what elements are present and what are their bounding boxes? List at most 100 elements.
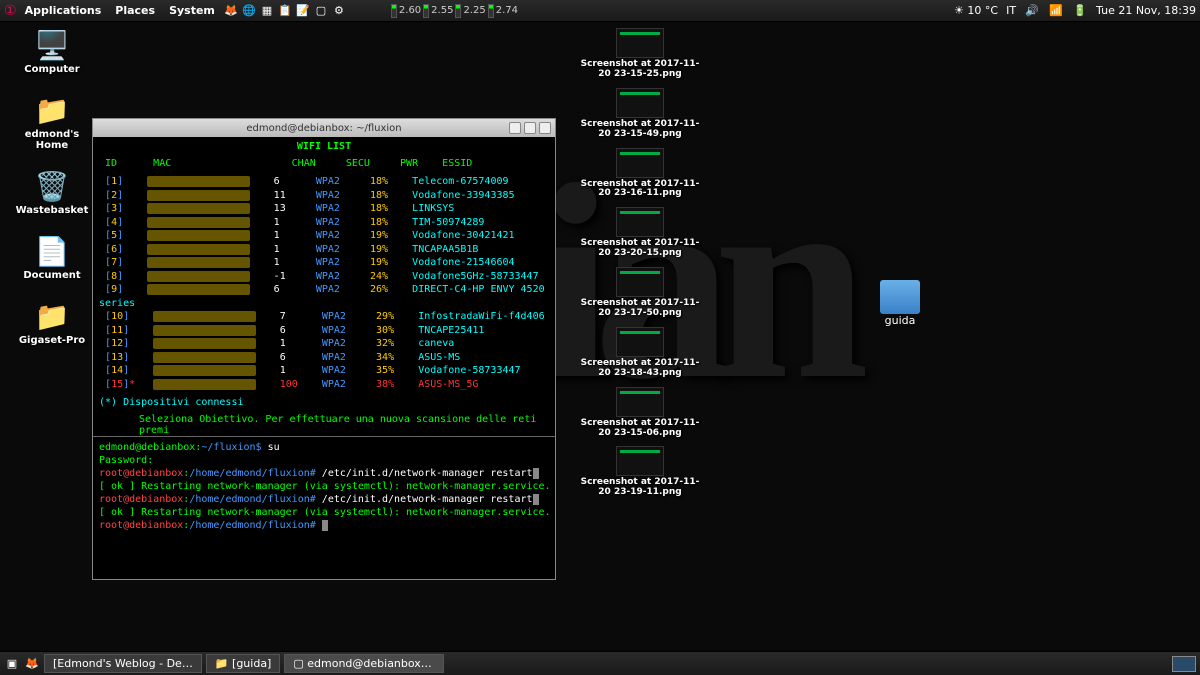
desktop-screenshot[interactable]: Screenshot at 2017-11-20 23-17-50.png: [580, 267, 700, 319]
icon-label: Screenshot at 2017-11-20 23-15-25.png: [580, 60, 700, 80]
app-icon[interactable]: 📝: [295, 3, 311, 19]
icon-label: Screenshot at 2017-11-20 23-16-11.png: [580, 180, 700, 200]
icon-label: Screenshot at 2017-11-20 23-17-50.png: [580, 299, 700, 319]
app-icon[interactable]: ⚙: [331, 3, 347, 19]
desktop-folder-guida[interactable]: guida: [860, 280, 940, 327]
cpu-monitor[interactable]: 2.74: [488, 4, 518, 18]
menu-places[interactable]: Places: [109, 2, 161, 19]
computer-icon: 🖥️: [32, 28, 72, 62]
icon-label: Screenshot at 2017-11-20 23-20-15.png: [580, 239, 700, 259]
app-icon[interactable]: ▦: [259, 3, 275, 19]
image-icon: [616, 207, 664, 237]
desktop-screenshot[interactable]: Screenshot at 2017-11-20 23-15-06.png: [580, 387, 700, 439]
taskbar-item[interactable]: ▢ edmond@debianbox: ~…: [284, 654, 444, 673]
image-icon: [616, 28, 664, 58]
wifi-row: [13] XX:XX:XX:XX:XX:XX 6 WPA2 34% ASUS-M…: [99, 351, 549, 365]
image-icon: [616, 387, 664, 417]
desktop-screenshot[interactable]: Screenshot at 2017-11-20 23-18-43.png: [580, 327, 700, 379]
wifi-row: [7] XX:XX:XX:XX:XX:XX 1 WPA2 19% Vodafon…: [99, 256, 549, 270]
wifi-row: [14] XX:XX:XX:XX:XX:XX 1 WPA2 35% Vodafo…: [99, 364, 549, 378]
app-icon[interactable]: 📋: [277, 3, 293, 19]
cpu-monitor[interactable]: 2.25: [455, 4, 485, 18]
cpu-monitor[interactable]: 2.60: [391, 4, 421, 18]
select-message: Seleziona Obiettivo. Per effettuare una …: [99, 414, 549, 436]
minimize-button[interactable]: [509, 122, 521, 134]
battery-icon[interactable]: 🔋: [1072, 3, 1088, 19]
cpu-monitor[interactable]: 2.55: [423, 4, 453, 18]
folder-icon: [880, 280, 920, 314]
wifi-list-header: ID MAC CHAN SECU PWR ESSID: [99, 158, 549, 169]
volume-icon[interactable]: 🔊: [1024, 3, 1040, 19]
wifi-row: [1] XX:XX:XX:XX:XX:XX 6 WPA2 18% Telecom…: [99, 175, 549, 189]
icon-label: edmond's Home: [12, 129, 92, 151]
image-icon: [616, 148, 664, 178]
gigaset-icon: 📁: [32, 299, 72, 333]
document-icon: 📄: [32, 234, 72, 268]
debian-logo-icon[interactable]: ①: [4, 3, 17, 19]
clock[interactable]: Tue 21 Nov, 18:39: [1096, 4, 1196, 17]
terminal-pane-bottom[interactable]: edmond@debianbox:~/fluxion$ suPassword:r…: [93, 437, 555, 536]
desktop-icon-trash[interactable]: 🗑️ Wastebasket: [12, 169, 92, 216]
chrome-icon[interactable]: 🌐: [241, 3, 257, 19]
icon-label: Wastebasket: [12, 205, 92, 216]
image-icon: [616, 88, 664, 118]
wifi-row: [11] XX:XX:XX:XX:XX:XX 6 WPA2 30% TNCAPE…: [99, 324, 549, 338]
terminal-line: [ ok ] Restarting network-manager (via s…: [99, 480, 549, 493]
folder-label: guida: [860, 314, 940, 327]
desktop-icon-gigaset[interactable]: 📁 Gigaset-Pro: [12, 299, 92, 346]
close-button[interactable]: [539, 122, 551, 134]
wifi-row: [10] XX:XX:XX:XX:XX:XX 7 WPA2 29% Infost…: [99, 310, 549, 324]
terminal-icon[interactable]: ▢: [313, 3, 329, 19]
firefox-icon[interactable]: 🦊: [24, 656, 40, 672]
icon-label: Screenshot at 2017-11-20 23-15-49.png: [580, 120, 700, 140]
window-titlebar[interactable]: edmond@debianbox: ~/fluxion: [93, 119, 555, 137]
taskbar-item[interactable]: [Edmond's Weblog - De…: [44, 654, 202, 673]
icon-label: Computer: [12, 64, 92, 75]
image-icon: [616, 267, 664, 297]
series-note: series: [99, 297, 549, 311]
terminal-line: root@debianbox:/home/edmond/fluxion#: [99, 519, 549, 532]
wifi-list-title: WIFI LIST: [99, 141, 549, 152]
desktop-screenshot[interactable]: Screenshot at 2017-11-20 23-15-25.png: [580, 28, 700, 80]
wifi-row: [9] XX:XX:XX:XX:XX:XX 6 WPA2 26% DIRECT-…: [99, 283, 549, 297]
show-desktop-icon[interactable]: ▣: [4, 656, 20, 672]
icon-label: Screenshot at 2017-11-20 23-18-43.png: [580, 359, 700, 379]
wifi-row: [12] XX:XX:XX:XX:XX:XX 1 WPA2 32% caneva: [99, 337, 549, 351]
terminal-window[interactable]: edmond@debianbox: ~/fluxion WIFI LIST ID…: [92, 118, 556, 580]
desktop-icon-computer[interactable]: 🖥️ Computer: [12, 28, 92, 75]
window-title: edmond@debianbox: ~/fluxion: [246, 123, 401, 134]
keyboard-layout[interactable]: IT: [1006, 4, 1016, 17]
taskbar-item[interactable]: 📁 [guida]: [206, 654, 281, 673]
menu-system[interactable]: System: [163, 2, 221, 19]
icon-label: Gigaset-Pro: [12, 335, 92, 346]
workspace-switcher[interactable]: [1172, 656, 1196, 672]
terminal-line: Password:: [99, 454, 549, 467]
desktop-icon-home[interactable]: 📁edmond's Home: [12, 93, 92, 151]
terminal-body[interactable]: WIFI LIST ID MAC CHAN SECU PWR ESSID [1]…: [93, 137, 555, 579]
home-icon: 📁: [32, 93, 72, 127]
desktop-icon-document[interactable]: 📄 Document: [12, 234, 92, 281]
top-panel: ① Applications Places System 🦊 🌐 ▦ 📋 📝 ▢…: [0, 0, 1200, 22]
menu-applications[interactable]: Applications: [19, 2, 108, 19]
network-icon[interactable]: 📶: [1048, 3, 1064, 19]
desktop-screenshot[interactable]: Screenshot at 2017-11-20 23-15-49.png: [580, 88, 700, 140]
wifi-row: [5] XX:XX:XX:XX:XX:XX 1 WPA2 19% Vodafon…: [99, 229, 549, 243]
trash-icon: 🗑️: [32, 169, 72, 203]
terminal-line: [ ok ] Restarting network-manager (via s…: [99, 506, 549, 519]
image-icon: [616, 327, 664, 357]
icon-label: Screenshot at 2017-11-20 23-19-11.png: [580, 478, 700, 498]
wifi-row: [6] XX:XX:XX:XX:XX:XX 1 WPA2 19% TNCAPAA…: [99, 243, 549, 257]
terminal-pane-top[interactable]: WIFI LIST ID MAC CHAN SECU PWR ESSID [1]…: [93, 137, 555, 437]
wifi-row: [3] XX:XX:XX:XX:XX:XX 13 WPA2 18% LINKSY…: [99, 202, 549, 216]
wifi-row: [2] XX:XX:XX:XX:XX:XX 11 WPA2 18% Vodafo…: [99, 189, 549, 203]
icon-label: Document: [12, 270, 92, 281]
weather-temp[interactable]: ☀ 10 °C: [954, 4, 998, 17]
wifi-row: [15]* XX:XX:XX:XX:XX:XX 100 WPA2 38% ASU…: [99, 378, 549, 392]
desktop-screenshot[interactable]: Screenshot at 2017-11-20 23-16-11.png: [580, 148, 700, 200]
icon-label: Screenshot at 2017-11-20 23-15-06.png: [580, 419, 700, 439]
firefox-icon[interactable]: 🦊: [223, 3, 239, 19]
desktop-screenshot[interactable]: Screenshot at 2017-11-20 23-20-15.png: [580, 207, 700, 259]
desktop-screenshot[interactable]: Screenshot at 2017-11-20 23-19-11.png: [580, 446, 700, 498]
bottom-panel: ▣ 🦊 [Edmond's Weblog - De… 📁 [guida] ▢ e…: [0, 651, 1200, 675]
maximize-button[interactable]: [524, 122, 536, 134]
